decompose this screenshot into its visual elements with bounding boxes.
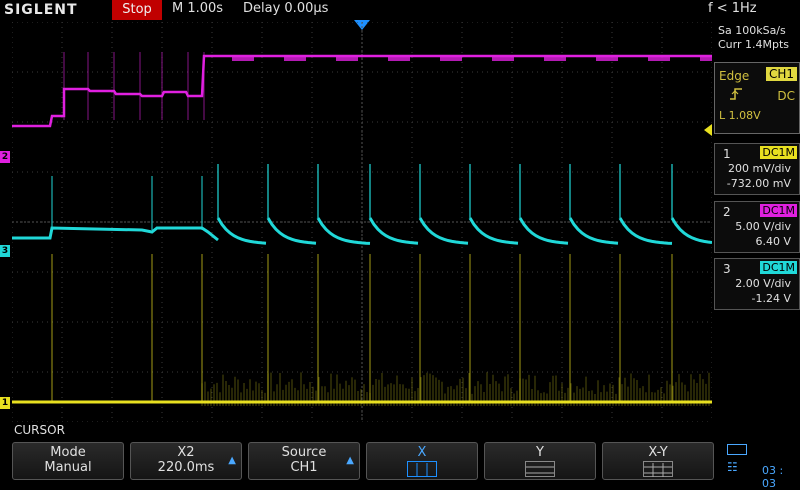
mode-softkey-value: Manual (44, 460, 92, 475)
channel-3-number: 3 (723, 262, 731, 276)
network-icon: ☷ (727, 460, 738, 474)
usb-storage-icon (727, 444, 747, 455)
channel-1-info-box[interactable]: 1 DC1M 200 mV/div -732.00 mV (714, 143, 800, 195)
delay-readout[interactable]: Delay 0.00µs (243, 1, 328, 16)
trigger-info-box[interactable]: Edge CH1 DC L 1.08V (714, 62, 800, 134)
channel-3-scale: 2.00 V/div (735, 277, 791, 290)
channel-3-waveform (12, 226, 219, 242)
frequency-readout: f < 1Hz (708, 1, 757, 16)
channel-2-noise-band (648, 55, 670, 61)
run-stop-status[interactable]: Stop (112, 0, 162, 20)
xy-cursor-icon (643, 461, 673, 477)
channel-2-noise-band (492, 55, 514, 61)
channel-2-info-box[interactable]: 2 DC1M 5.00 V/div 6.40 V (714, 201, 800, 253)
top-status-bar: SIGLENT Stop M 1.00s Delay 0.00µs f < 1H… (0, 0, 800, 22)
channel-2-noise-band (544, 55, 566, 61)
channel-3-coupling: DC1M (760, 261, 797, 274)
channel-3-offset: -1.24 V (751, 292, 791, 305)
trigger-level-marker[interactable] (704, 124, 712, 136)
channel-1-coupling: DC1M (760, 146, 797, 159)
channel-1-number: 1 (723, 147, 731, 161)
channel-1-scale: 200 mV/div (728, 162, 791, 175)
x-cursor-softkey[interactable]: X (366, 442, 478, 480)
x-cursor-label: X (417, 445, 427, 460)
memory-depth-readout: Curr 1.4Mpts (718, 38, 790, 51)
channel-2-marker[interactable]: 2 (0, 151, 10, 163)
timebase-readout[interactable]: M 1.00s (172, 1, 223, 16)
adjust-arrow-icon: ▲ (228, 455, 236, 466)
channel-2-noise-band (388, 55, 410, 61)
channel-2-noise-band (596, 55, 618, 61)
channel-1-marker[interactable]: 1 (0, 397, 10, 409)
x2-softkey-value: 220.0ms (157, 460, 215, 475)
channel-2-noise-band (700, 55, 712, 61)
xy-cursor-softkey[interactable]: X-Y (602, 442, 714, 480)
channel-2-noise-band (336, 55, 358, 61)
source-softkey[interactable]: Source CH1 ▲ (248, 442, 360, 480)
source-softkey-label: Source (281, 445, 327, 460)
waveform-display[interactable] (12, 22, 712, 422)
channel-2-coupling: DC1M (760, 204, 797, 217)
channel-2-noise-band (440, 55, 462, 61)
sample-rate-readout: Sa 100kSa/s (718, 24, 786, 37)
channel-2-noise-band (284, 55, 306, 61)
brand-logo: SIGLENT (4, 2, 78, 18)
x2-softkey-label: X2 (177, 445, 195, 460)
x2-softkey[interactable]: X2 220.0ms ▲ (130, 442, 242, 480)
y-cursor-softkey[interactable]: Y (484, 442, 596, 480)
adjust-arrow-icon: ▲ (346, 455, 354, 466)
rising-edge-icon (729, 87, 743, 104)
mode-softkey-label: Mode (50, 445, 86, 460)
menu-title: CURSOR (14, 423, 65, 437)
graticule (12, 22, 712, 422)
channel-2-scale: 5.00 V/div (735, 220, 791, 233)
trigger-level: L 1.08V (719, 109, 761, 122)
channel-3-info-box[interactable]: 3 DC1M 2.00 V/div -1.24 V (714, 258, 800, 310)
channel-2-offset: 6.40 V (755, 235, 791, 248)
x-cursor-icon (407, 461, 437, 477)
trigger-type: Edge (719, 69, 750, 83)
channel-2-number: 2 (723, 205, 731, 219)
mode-softkey[interactable]: Mode Manual (12, 442, 124, 480)
y-cursor-icon (525, 461, 555, 477)
xy-cursor-label: X-Y (648, 445, 668, 460)
channel-1-offset: -732.00 mV (726, 177, 791, 190)
channel-2-noise-band (232, 55, 254, 61)
source-softkey-value: CH1 (290, 460, 318, 475)
trigger-coupling: DC (777, 89, 795, 103)
trigger-source: CH1 (765, 67, 797, 81)
channel-3-marker[interactable]: 3 (0, 245, 10, 257)
y-cursor-label: Y (536, 445, 544, 460)
clock-readout: 03 : 03 (762, 464, 784, 490)
